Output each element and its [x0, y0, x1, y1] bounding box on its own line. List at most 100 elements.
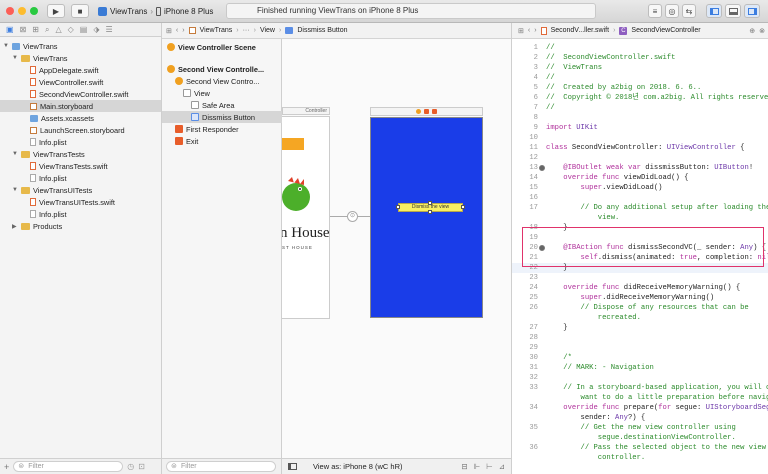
outline-row[interactable]: Dissmiss Button [162, 111, 282, 123]
disclosure-closed-icon[interactable]: ▶ [12, 223, 18, 230]
run-button[interactable]: ▶ [47, 4, 65, 18]
second-view-controller-scene[interactable]: Dismiss the view [370, 117, 483, 318]
code-line[interactable]: controller. [512, 453, 768, 463]
code-line[interactable]: sender: Any?) { [512, 413, 768, 423]
code-line[interactable]: 31 // MARK: - Navigation [512, 363, 768, 373]
tree-row[interactable]: Info.plist [0, 172, 161, 184]
code-line[interactable]: 11 class SecondViewController: UIViewCont… [512, 143, 768, 153]
add-icon[interactable]: + [4, 462, 9, 472]
first-view-controller-scene[interactable]: n House ST HOUSE [282, 116, 330, 319]
outline-row[interactable]: Second View Controlle... [162, 63, 282, 75]
outline-row[interactable]: Second View Contro... [162, 75, 282, 87]
tree-row[interactable]: AppDelegate.swift [0, 64, 161, 76]
recent-icon[interactable]: ◷ [127, 462, 134, 471]
outline-row[interactable]: View [162, 87, 282, 99]
breadcrumb-project[interactable]: ViewTrans [200, 27, 233, 34]
segue-icon[interactable]: ⊙ [347, 211, 358, 222]
disclosure-open-icon[interactable]: ▼ [12, 187, 18, 193]
code-line[interactable]: 36 // Pass the selected object to the ne… [512, 443, 768, 453]
code-line[interactable]: 5 // Created by a2big on 2018. 6. 6.. [512, 83, 768, 93]
minimize-window-button[interactable] [18, 7, 26, 15]
code-line[interactable]: 35 // Get the new view controller using [512, 423, 768, 433]
storyboard-canvas[interactable]: Controller n House ST HOUSE ⊙ Dismiss th… [282, 23, 511, 474]
tree-row[interactable]: ViewTransUITests.swift [0, 196, 161, 208]
symbol-icon[interactable]: ⊞ [32, 25, 39, 34]
tree-row[interactable]: ViewController.swift [0, 76, 161, 88]
align-icon[interactable]: ⊩ [474, 462, 481, 471]
code-line[interactable]: 7 // [512, 103, 768, 113]
related-items-icon[interactable]: ⊞ [518, 27, 524, 35]
view-as-label[interactable]: View as: iPhone 8 (wC hR) [313, 462, 402, 471]
code-line[interactable]: view. [512, 213, 768, 223]
zoom-window-button[interactable] [30, 7, 38, 15]
version-editor-button[interactable]: ⇆ [682, 4, 696, 18]
tree-row[interactable]: ▶ Products [0, 220, 161, 232]
orange-button[interactable] [282, 138, 304, 150]
view-controller-icon[interactable] [416, 109, 421, 114]
code-line[interactable]: 26 // Dispose of any resources that can … [512, 303, 768, 313]
editor-class-path[interactable]: SecondViewController [631, 27, 700, 34]
source-control-icon[interactable]: ⊠ [20, 25, 27, 34]
code-line[interactable]: 27 } [512, 323, 768, 333]
tree-row[interactable]: Main.storyboard [0, 100, 161, 112]
code-line[interactable]: 28 [512, 333, 768, 343]
code-line[interactable]: 2 // SecondViewController.swift [512, 53, 768, 63]
code-line[interactable]: 34 override func prepare(for segue: UISt… [512, 403, 768, 413]
connection-circle-icon[interactable] [539, 165, 545, 171]
tree-row[interactable]: ▼ ViewTrans [0, 52, 161, 64]
code-line[interactable]: want to do a little preparation before n… [512, 393, 768, 403]
tree-row[interactable]: Info.plist [0, 136, 161, 148]
code-line[interactable]: 1 // [512, 43, 768, 53]
toggle-inspector-button[interactable] [744, 4, 760, 18]
breadcrumb-dots[interactable]: ··· [243, 27, 250, 34]
tree-row[interactable]: ▼ ViewTrans [0, 40, 161, 52]
code-line[interactable]: 13 @IBOutlet weak var dissmissButton: UI… [512, 163, 768, 173]
outline-filter-input[interactable]: ⊜ Filter [166, 461, 276, 472]
outline-row[interactable]: First Responder [162, 123, 282, 135]
close-editor-icon[interactable]: ⊗ [759, 27, 765, 35]
report-icon[interactable]: ☰ [105, 25, 112, 34]
navigator-filter-input[interactable]: ⊜ Filter [13, 461, 124, 472]
assistant-editor-button[interactable]: ◎ [665, 4, 679, 18]
add-editor-icon[interactable]: ⊕ [749, 27, 755, 35]
tree-row[interactable]: ▼ ViewTransUITests [0, 184, 161, 196]
resize-handle[interactable] [428, 210, 432, 214]
tree-row[interactable]: Assets.xcassets [0, 112, 161, 124]
back-icon[interactable]: ‹ [528, 27, 530, 34]
disclosure-open-icon[interactable]: ▼ [12, 55, 18, 61]
debug-icon[interactable]: ▤ [80, 25, 88, 34]
code-line[interactable]: 33 // In a storyboard-based application,… [512, 383, 768, 393]
stop-button[interactable]: ■ [71, 4, 89, 18]
code-line[interactable]: recreated. [512, 313, 768, 323]
code-line[interactable]: 9 import UIKit [512, 123, 768, 133]
code-line[interactable]: 14 override func viewDidLoad() { [512, 173, 768, 183]
exit-icon[interactable] [432, 109, 437, 114]
resize-handle[interactable] [428, 201, 432, 205]
breadcrumb-view[interactable]: View [260, 27, 275, 34]
search-icon[interactable]: ⌕ [45, 25, 49, 35]
code-line[interactable]: 30 /* [512, 353, 768, 363]
standard-editor-button[interactable]: ≡ [648, 4, 662, 18]
forward-icon[interactable]: › [182, 27, 184, 34]
disclosure-open-icon[interactable]: ▼ [3, 43, 9, 49]
toggle-debug-button[interactable] [725, 4, 741, 18]
editor-file-name[interactable]: SecondV...ller.swift [551, 27, 610, 34]
code-line[interactable]: 3 // ViewTrans [512, 63, 768, 73]
outline-row[interactable]: Exit [162, 135, 282, 147]
resolve-icon[interactable]: ⊿ [499, 462, 505, 471]
close-window-button[interactable] [6, 7, 14, 15]
update-frames-icon[interactable]: ⊟ [461, 462, 467, 471]
code-line[interactable]: 24 override func didReceiveMemoryWarning… [512, 283, 768, 293]
tree-row[interactable]: Info.plist [0, 208, 161, 220]
code-line[interactable]: 32 [512, 373, 768, 383]
breakpoint-icon[interactable]: ⬗ [93, 25, 99, 34]
code-line[interactable]: 8 [512, 113, 768, 123]
code-line[interactable]: 10 [512, 133, 768, 143]
resize-handle[interactable] [461, 205, 465, 209]
issue-icon[interactable]: △ [55, 25, 61, 34]
code-line[interactable]: 4 // [512, 73, 768, 83]
code-line[interactable]: 29 [512, 343, 768, 353]
outline-row[interactable]: View Controller Scene [162, 41, 282, 53]
tree-row[interactable]: ViewTransTests.swift [0, 160, 161, 172]
folder-tab-icon[interactable]: ▣ [6, 25, 14, 34]
